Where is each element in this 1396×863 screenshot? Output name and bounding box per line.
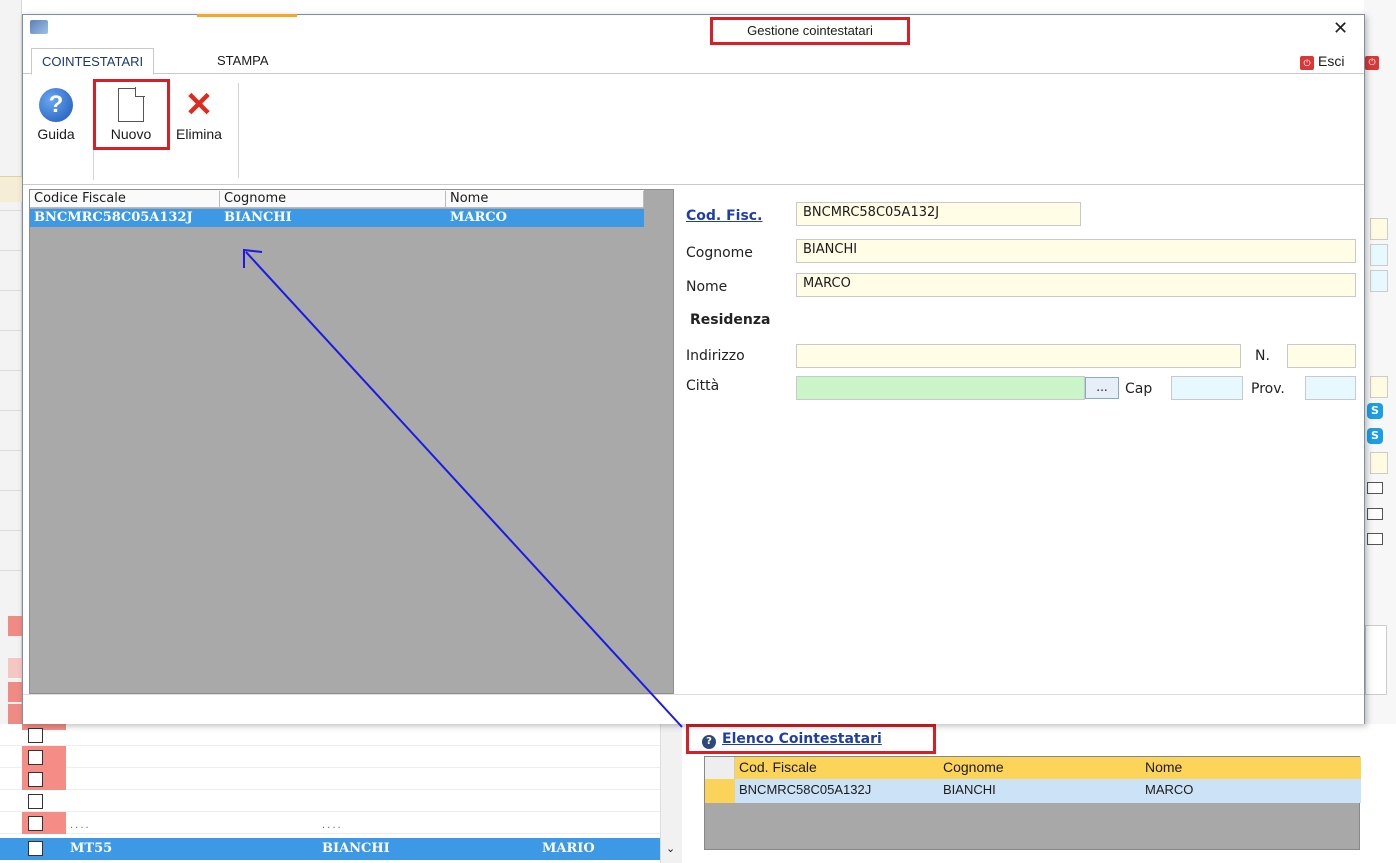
annotation-arrow-line [245,251,683,728]
annotation-arrow [243,248,683,728]
